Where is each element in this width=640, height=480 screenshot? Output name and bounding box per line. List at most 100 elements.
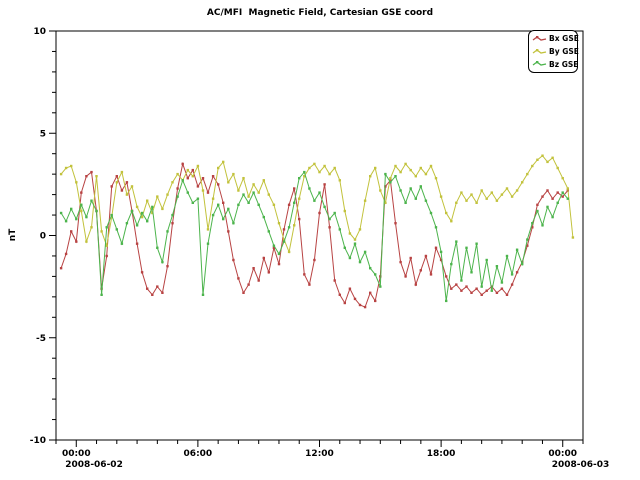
series-marker: [232, 173, 234, 175]
series-marker: [379, 189, 381, 191]
series-marker: [116, 175, 118, 177]
series-marker: [450, 263, 452, 265]
series-marker: [156, 285, 158, 287]
series-marker: [65, 167, 67, 169]
series-marker: [171, 181, 173, 183]
series-marker: [399, 189, 401, 191]
series-marker: [313, 200, 315, 202]
series-marker: [475, 288, 477, 290]
series-marker: [161, 292, 163, 294]
series-marker: [364, 251, 366, 253]
series-marker: [313, 163, 315, 165]
series-marker: [121, 189, 123, 191]
series-marker: [222, 161, 224, 163]
series-marker: [126, 193, 128, 195]
series-marker: [567, 187, 569, 189]
series-marker: [460, 279, 462, 281]
series-marker: [369, 267, 371, 269]
series-marker: [212, 175, 214, 177]
series-marker: [470, 292, 472, 294]
x-date-label: 2008-06-03: [552, 460, 610, 470]
series-marker: [465, 285, 467, 287]
series-marker: [359, 228, 361, 230]
series-marker: [455, 240, 457, 242]
series-marker: [85, 216, 87, 218]
series-marker: [470, 193, 472, 195]
series-marker: [536, 204, 538, 206]
series-marker: [470, 271, 472, 273]
series-marker: [288, 251, 290, 253]
series-marker: [161, 261, 163, 263]
series-marker: [242, 177, 244, 179]
series-marker: [425, 255, 427, 257]
series-marker: [303, 273, 305, 275]
series-marker: [100, 230, 102, 232]
legend-line-sample: [532, 60, 547, 68]
series-marker: [293, 187, 295, 189]
series-marker: [435, 226, 437, 228]
series-marker: [410, 257, 412, 259]
series-marker: [222, 202, 224, 204]
series-marker: [217, 204, 219, 206]
series-marker: [450, 288, 452, 290]
series-marker: [136, 206, 138, 208]
series-marker: [85, 175, 87, 177]
series-marker: [146, 288, 148, 290]
series-marker: [166, 230, 168, 232]
series-marker: [146, 200, 148, 202]
series-marker: [182, 179, 184, 181]
series-marker: [435, 177, 437, 179]
series-marker: [252, 267, 254, 269]
series-marker: [136, 243, 138, 245]
legend-entry-by-gse: By GSE: [532, 46, 577, 58]
series-marker: [546, 161, 548, 163]
series-marker: [242, 193, 244, 195]
series-marker: [562, 177, 564, 179]
series-marker: [516, 249, 518, 251]
series-marker: [445, 212, 447, 214]
series-marker: [247, 202, 249, 204]
series-marker: [247, 283, 249, 285]
series-marker: [263, 257, 265, 259]
series-marker: [521, 181, 523, 183]
series-marker: [364, 200, 366, 202]
series-marker: [283, 240, 285, 242]
legend-label: Bz GSE: [549, 60, 578, 69]
series-marker: [293, 224, 295, 226]
y-tick-label: -10: [30, 436, 46, 446]
series-marker: [349, 232, 351, 234]
series-marker: [176, 173, 178, 175]
chart-canvas: AC/MFI Magnetic Field, Cartesian GSE coo…: [0, 0, 640, 480]
series-marker: [551, 157, 553, 159]
series-marker: [288, 204, 290, 206]
series-marker: [501, 288, 503, 290]
series-marker: [328, 226, 330, 228]
series-marker: [121, 243, 123, 245]
series-marker: [506, 255, 508, 257]
x-tick-label: 12:00: [305, 449, 334, 459]
legend-label: By GSE: [549, 47, 579, 56]
series-marker: [496, 265, 498, 267]
series-marker: [227, 230, 229, 232]
series-marker: [197, 198, 199, 200]
series-marker: [80, 210, 82, 212]
series-marker: [481, 285, 483, 287]
series-marker: [425, 200, 427, 202]
y-tick-label: 5: [40, 129, 46, 139]
series-marker: [546, 206, 548, 208]
y-tick-label: 10: [33, 27, 46, 37]
series-marker: [202, 177, 204, 179]
series-marker: [562, 191, 564, 193]
series-marker: [95, 175, 97, 177]
series-marker: [60, 212, 62, 214]
series-marker: [389, 177, 391, 179]
series-marker: [166, 265, 168, 267]
series-marker: [404, 163, 406, 165]
legend: Bx GSE By GSE Bz GSE: [528, 30, 578, 73]
series-marker: [334, 167, 336, 169]
y-tick-label: 0: [40, 232, 46, 242]
legend-entry-bx-gse: Bx GSE: [532, 33, 577, 45]
series-marker: [430, 212, 432, 214]
series-marker: [197, 185, 199, 187]
series-marker: [359, 304, 361, 306]
